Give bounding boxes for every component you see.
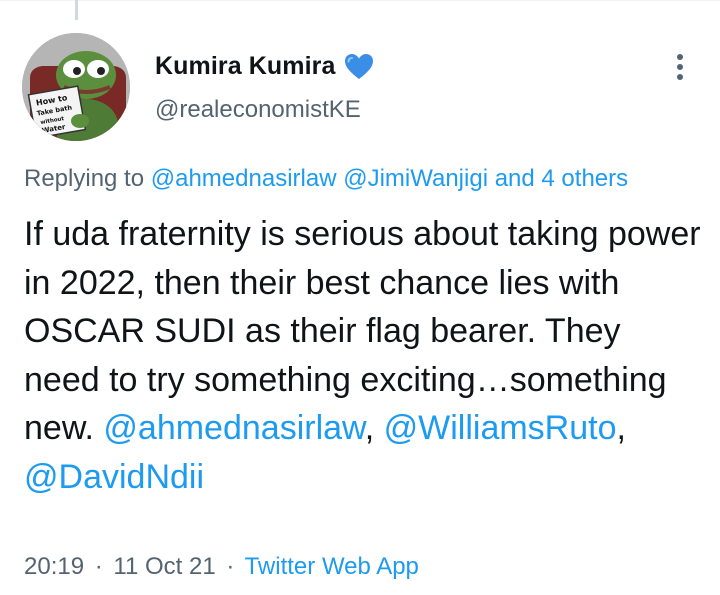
meta-separator: · <box>94 553 103 580</box>
body-mention-ahmednasirlaw[interactable]: @ahmednasirlaw <box>103 409 364 447</box>
meta-separator: · <box>226 553 235 580</box>
tweet-meta: 20:19 · 11 Oct 21 · Twitter Web App <box>24 553 419 581</box>
more-options-icon[interactable] <box>672 52 688 82</box>
author-handle[interactable]: @realeconomistKE <box>155 96 361 124</box>
display-name[interactable]: Kumira Kumira <box>155 52 336 81</box>
replying-mention-jimiwanjigi[interactable]: @JimiWanjigi <box>343 165 488 192</box>
avatar[interactable]: How to Take bath without Water <box>22 33 130 141</box>
thread-connector-line <box>75 0 78 20</box>
tweet-date[interactable]: 11 Oct 21 <box>113 553 215 580</box>
body-separator: , <box>616 409 626 447</box>
body-mention-davidndii[interactable]: @DavidNdii <box>24 458 204 496</box>
tweet-source-link[interactable]: Twitter Web App <box>245 553 419 580</box>
author-name-row[interactable]: Kumira Kumira <box>155 52 374 81</box>
tweet-time[interactable]: 20:19 <box>24 553 84 580</box>
replying-mention-ahmednasirlaw[interactable]: @ahmednasirlaw <box>151 165 337 192</box>
body-mention-williamsruto[interactable]: @WilliamsRuto <box>384 409 617 447</box>
tweet-body: If uda fraternity is serious about takin… <box>24 210 704 501</box>
replying-to-line: Replying to @ahmednasirlaw @JimiWanjigi … <box>24 165 628 193</box>
body-separator: , <box>364 409 384 447</box>
replying-others-link[interactable]: and 4 others <box>495 165 628 192</box>
replying-to-prefix: Replying to <box>24 165 145 192</box>
avatar-frog-image: How to Take bath without Water <box>22 33 130 141</box>
blue-heart-icon <box>344 53 374 81</box>
top-divider <box>0 0 720 1</box>
